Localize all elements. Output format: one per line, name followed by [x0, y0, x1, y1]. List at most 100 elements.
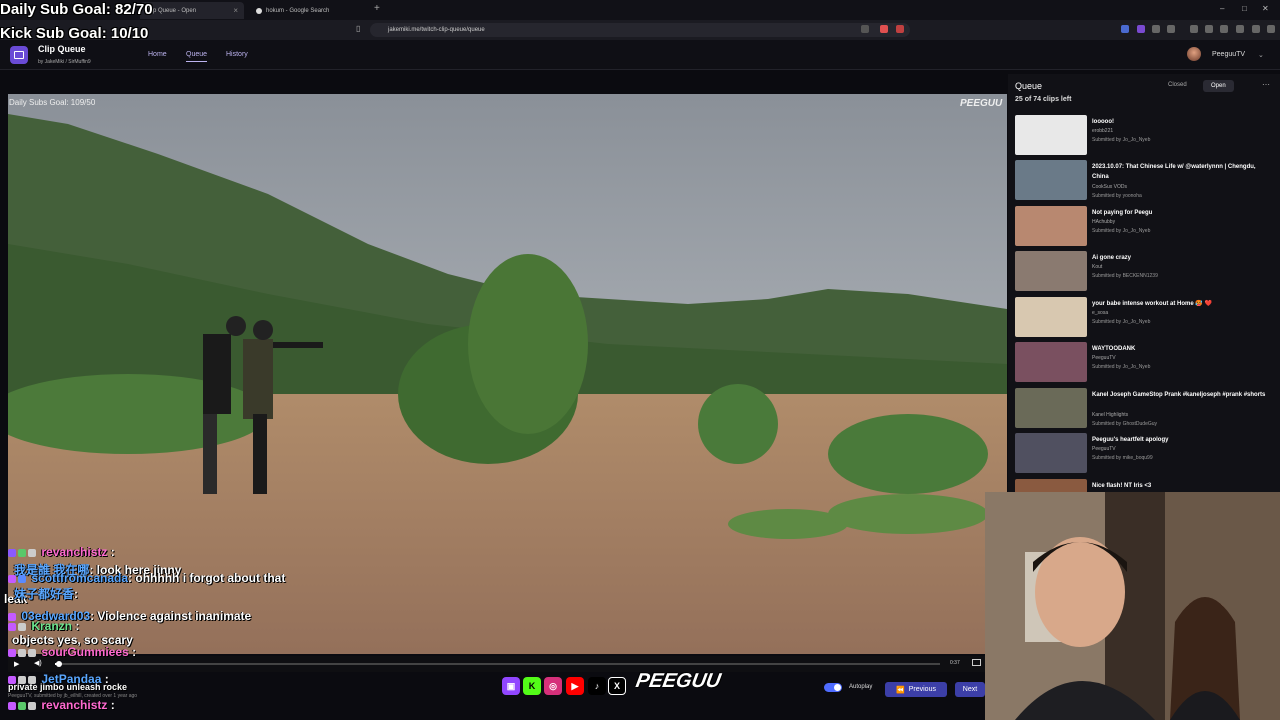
seek-track[interactable]: [55, 663, 940, 665]
clip-thumbnail: [1015, 388, 1087, 428]
volume-icon[interactable]: ◀): [34, 659, 42, 667]
queue-closed-button[interactable]: Closed: [1168, 82, 1187, 88]
clip-channel: e_sosa: [1092, 310, 1109, 316]
clip-channel: PeeguuTV: [1092, 446, 1116, 452]
clip-submitter: Submitted by Jo_Jo_Nyeb: [1092, 364, 1151, 370]
nav-queue[interactable]: Queue: [186, 51, 208, 62]
chat-text: :: [74, 587, 79, 601]
queue-count: 25 of 74 clips left: [1015, 96, 1072, 103]
badge-icon: [18, 574, 26, 583]
bookmark-icon[interactable]: ▯: [356, 24, 360, 33]
sub-badge-icon: [8, 548, 16, 557]
menu-icon[interactable]: [1267, 25, 1275, 33]
music-icon[interactable]: [1190, 25, 1198, 33]
clip-meta: PeeguuTV, submitted by jb_eilhill, creat…: [8, 693, 138, 699]
webcam-image: [985, 492, 1280, 720]
twitch-extension-icon[interactable]: [1137, 25, 1145, 33]
tab-clip-queue[interactable]: Clip Queue - Open ×: [140, 2, 244, 19]
queue-item[interactable]: your babe intense workout at Home 🥵 ❤️ e…: [1015, 297, 1277, 339]
queue-item[interactable]: Ai gone crazy Kout Submitted by BECKENN1…: [1015, 251, 1277, 293]
rewind-icon: ⏪: [896, 686, 905, 694]
extension-icon[interactable]: [1121, 25, 1129, 33]
chevron-down-icon[interactable]: ⌄: [1258, 51, 1264, 59]
kick-icon: K: [523, 677, 541, 695]
extension-icon[interactable]: [1167, 25, 1175, 33]
chat-message: 妹子都好香:: [14, 585, 78, 602]
clip-channel: CookSux VODs: [1092, 184, 1128, 190]
clip-submitter: Submitted by GhostDudeGuy: [1092, 421, 1158, 427]
clip-title: Peeguu's heartfelt apology: [1092, 437, 1169, 443]
play-icon[interactable]: ▶: [14, 660, 19, 668]
clip-title: Nice flash! NT Iris <3: [1092, 483, 1152, 489]
url-input[interactable]: jakemiki.me/twitch-clip-queue/queue: [370, 23, 910, 37]
daily-sub-goal: Daily Sub Goal: 82/70: [0, 1, 153, 18]
badge-icon: [18, 648, 26, 657]
username[interactable]: PeeguuTV: [1212, 51, 1245, 58]
chat-message: scottfromcanada: ohhhhh i forgot about t…: [8, 571, 285, 585]
clip-queue-logo-icon[interactable]: [10, 46, 28, 64]
twitch-icon: ▣: [502, 677, 520, 695]
chat-text: :: [132, 645, 137, 659]
more-options-icon[interactable]: ⋯: [1262, 80, 1270, 89]
clip-thumbnail: [1015, 160, 1087, 200]
clip-submitter: Submitted by yoonoha: [1092, 193, 1142, 199]
tab-label: Clip Queue - Open: [146, 7, 197, 14]
chat-text: :: [110, 698, 115, 712]
seek-thumb[interactable]: [56, 661, 62, 667]
chat-text: private jimbo unleash rocke: [8, 682, 128, 692]
leo-icon[interactable]: [1252, 25, 1260, 33]
sidebar-icon[interactable]: [1205, 25, 1213, 33]
nav-home[interactable]: Home: [148, 51, 167, 58]
next-label: Next: [962, 686, 978, 693]
close-window-icon[interactable]: ✕: [1262, 4, 1269, 13]
queue-open-button[interactable]: Open: [1203, 80, 1234, 92]
queue-item[interactable]: Peeguu's heartfelt apology PeeguuTV Subm…: [1015, 433, 1277, 475]
brave-shield-icon[interactable]: [880, 25, 888, 33]
clip-title: Not paying for Peegu: [1092, 210, 1153, 216]
fullscreen-icon[interactable]: [972, 659, 981, 666]
nav-history[interactable]: History: [226, 51, 248, 58]
vpn-icon[interactable]: [1236, 25, 1244, 33]
share-icon[interactable]: [861, 25, 869, 33]
badge-icon: [28, 648, 36, 657]
queue-item[interactable]: 2023.10.07: That Chinese Life w/ @waterl…: [1015, 160, 1277, 202]
extension-icon[interactable]: [1152, 25, 1160, 33]
clip-thumbnail: [1015, 342, 1087, 382]
chat-username: revanchistz: [41, 545, 108, 559]
chat-username: 妹子都好香: [14, 587, 75, 601]
clip-thumbnail: [1015, 115, 1087, 155]
close-tab-icon[interactable]: ×: [233, 6, 238, 15]
clip-title: looooo!: [1092, 119, 1114, 125]
queue-item[interactable]: Kanel Joseph GameStop Prank #kaneljoseph…: [1015, 388, 1277, 430]
next-button[interactable]: Next: [955, 682, 985, 697]
clip-channel: erobb221: [1092, 128, 1114, 134]
maximize-icon[interactable]: □: [1242, 4, 1247, 13]
chat-text: : ohhhhh i forgot about that: [128, 571, 286, 585]
url-text: jakemiki.me/twitch-clip-queue/queue: [388, 27, 485, 33]
kick-sub-goal: Kick Sub Goal: 10/10: [0, 25, 149, 42]
clip-channel: Kanel Highlights: [1092, 412, 1129, 418]
badge-icon: [18, 548, 26, 557]
clip-submitter: Submitted by Jo_Jo_Nyeb: [1092, 319, 1151, 325]
queue-item[interactable]: WAYTOODANK PeeguuTV Submitted by Jo_Jo_N…: [1015, 342, 1277, 384]
app-title: Clip Queue: [38, 44, 86, 54]
wallet-icon[interactable]: [1220, 25, 1228, 33]
autoplay-toggle[interactable]: [824, 683, 842, 692]
chat-message: revanchistz :: [8, 545, 115, 559]
avatar[interactable]: [1187, 47, 1201, 61]
clip-thumbnail: [1015, 297, 1087, 337]
clip-thumbnail: [1015, 251, 1087, 291]
queue-item[interactable]: Nice flash! NT Iris <3: [1015, 479, 1277, 492]
tab-google-search[interactable]: hokum - Google Search: [250, 2, 368, 19]
queue-item[interactable]: looooo! erobb221 Submitted by Jo_Jo_Nyeb: [1015, 115, 1277, 157]
new-tab-button[interactable]: +: [374, 3, 380, 14]
badge-icon: [8, 622, 16, 631]
minimize-icon[interactable]: –: [1220, 4, 1224, 13]
previous-button[interactable]: ⏪ Previous: [885, 682, 947, 697]
app-subtitle: by JakeMiki / SirMuffin9: [38, 59, 91, 65]
chat-message: revanchistz :: [8, 698, 115, 712]
badge-icon: [28, 548, 36, 557]
rewards-icon[interactable]: [896, 25, 904, 33]
google-icon: [256, 7, 262, 14]
queue-item[interactable]: Not paying for Peegu HAchubby Submitted …: [1015, 206, 1277, 248]
